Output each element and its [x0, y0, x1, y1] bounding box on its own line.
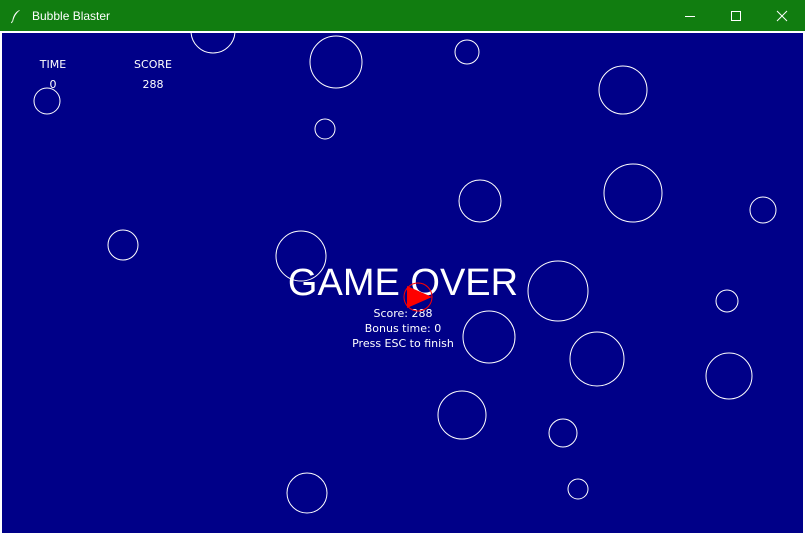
bubble: [309, 35, 363, 89]
feather-icon: [10, 9, 20, 23]
time-value: 0: [50, 78, 57, 91]
game-window: Bubble Blaster TIME 0 SCORE 288 GAME OVE…: [0, 0, 805, 535]
game-over-title: GAME OVER: [288, 262, 518, 304]
bonus-time-text: Bonus time: 0: [365, 322, 442, 335]
esc-instruction-text: Press ESC to finish: [352, 337, 454, 350]
maximize-icon: [731, 10, 741, 21]
bubble: [527, 260, 589, 322]
bubble: [567, 478, 589, 500]
bubble: [705, 352, 753, 400]
close-icon: [776, 10, 788, 21]
bubble: [458, 179, 502, 223]
close-button[interactable]: [759, 0, 805, 31]
bubble: [462, 310, 516, 364]
time-label: TIME: [39, 58, 66, 71]
maximize-button[interactable]: [713, 0, 759, 31]
bubble: [286, 472, 328, 514]
hud: TIME 0 SCORE 288: [39, 58, 172, 91]
window-title: Bubble Blaster: [32, 8, 111, 23]
game-over-panel: GAME OVER Score: 288 Bonus time: 0 Press…: [288, 262, 518, 350]
bubble: [314, 118, 336, 140]
bubble: [598, 65, 648, 115]
minimize-button[interactable]: [667, 0, 713, 31]
score-value: 288: [143, 78, 164, 91]
bubble: [33, 87, 61, 115]
score-label: SCORE: [134, 58, 172, 71]
window-controls: [667, 0, 805, 31]
bubble: [107, 229, 139, 261]
bubble: [603, 163, 663, 223]
title-bar[interactable]: Bubble Blaster: [0, 0, 805, 31]
bubble: [569, 331, 625, 387]
bubble: [749, 196, 777, 224]
minimize-icon: [685, 15, 695, 17]
bubble: [454, 39, 480, 65]
game-canvas[interactable]: TIME 0 SCORE 288 GAME OVER Score: 288 Bo…: [0, 31, 805, 535]
final-score-text: Score: 288: [373, 307, 432, 320]
bubble: [715, 289, 739, 313]
bubble: [437, 390, 487, 440]
game-scene: TIME 0 SCORE 288 GAME OVER Score: 288 Bo…: [33, 33, 777, 514]
bubble: [190, 33, 236, 54]
bubble: [548, 418, 578, 448]
